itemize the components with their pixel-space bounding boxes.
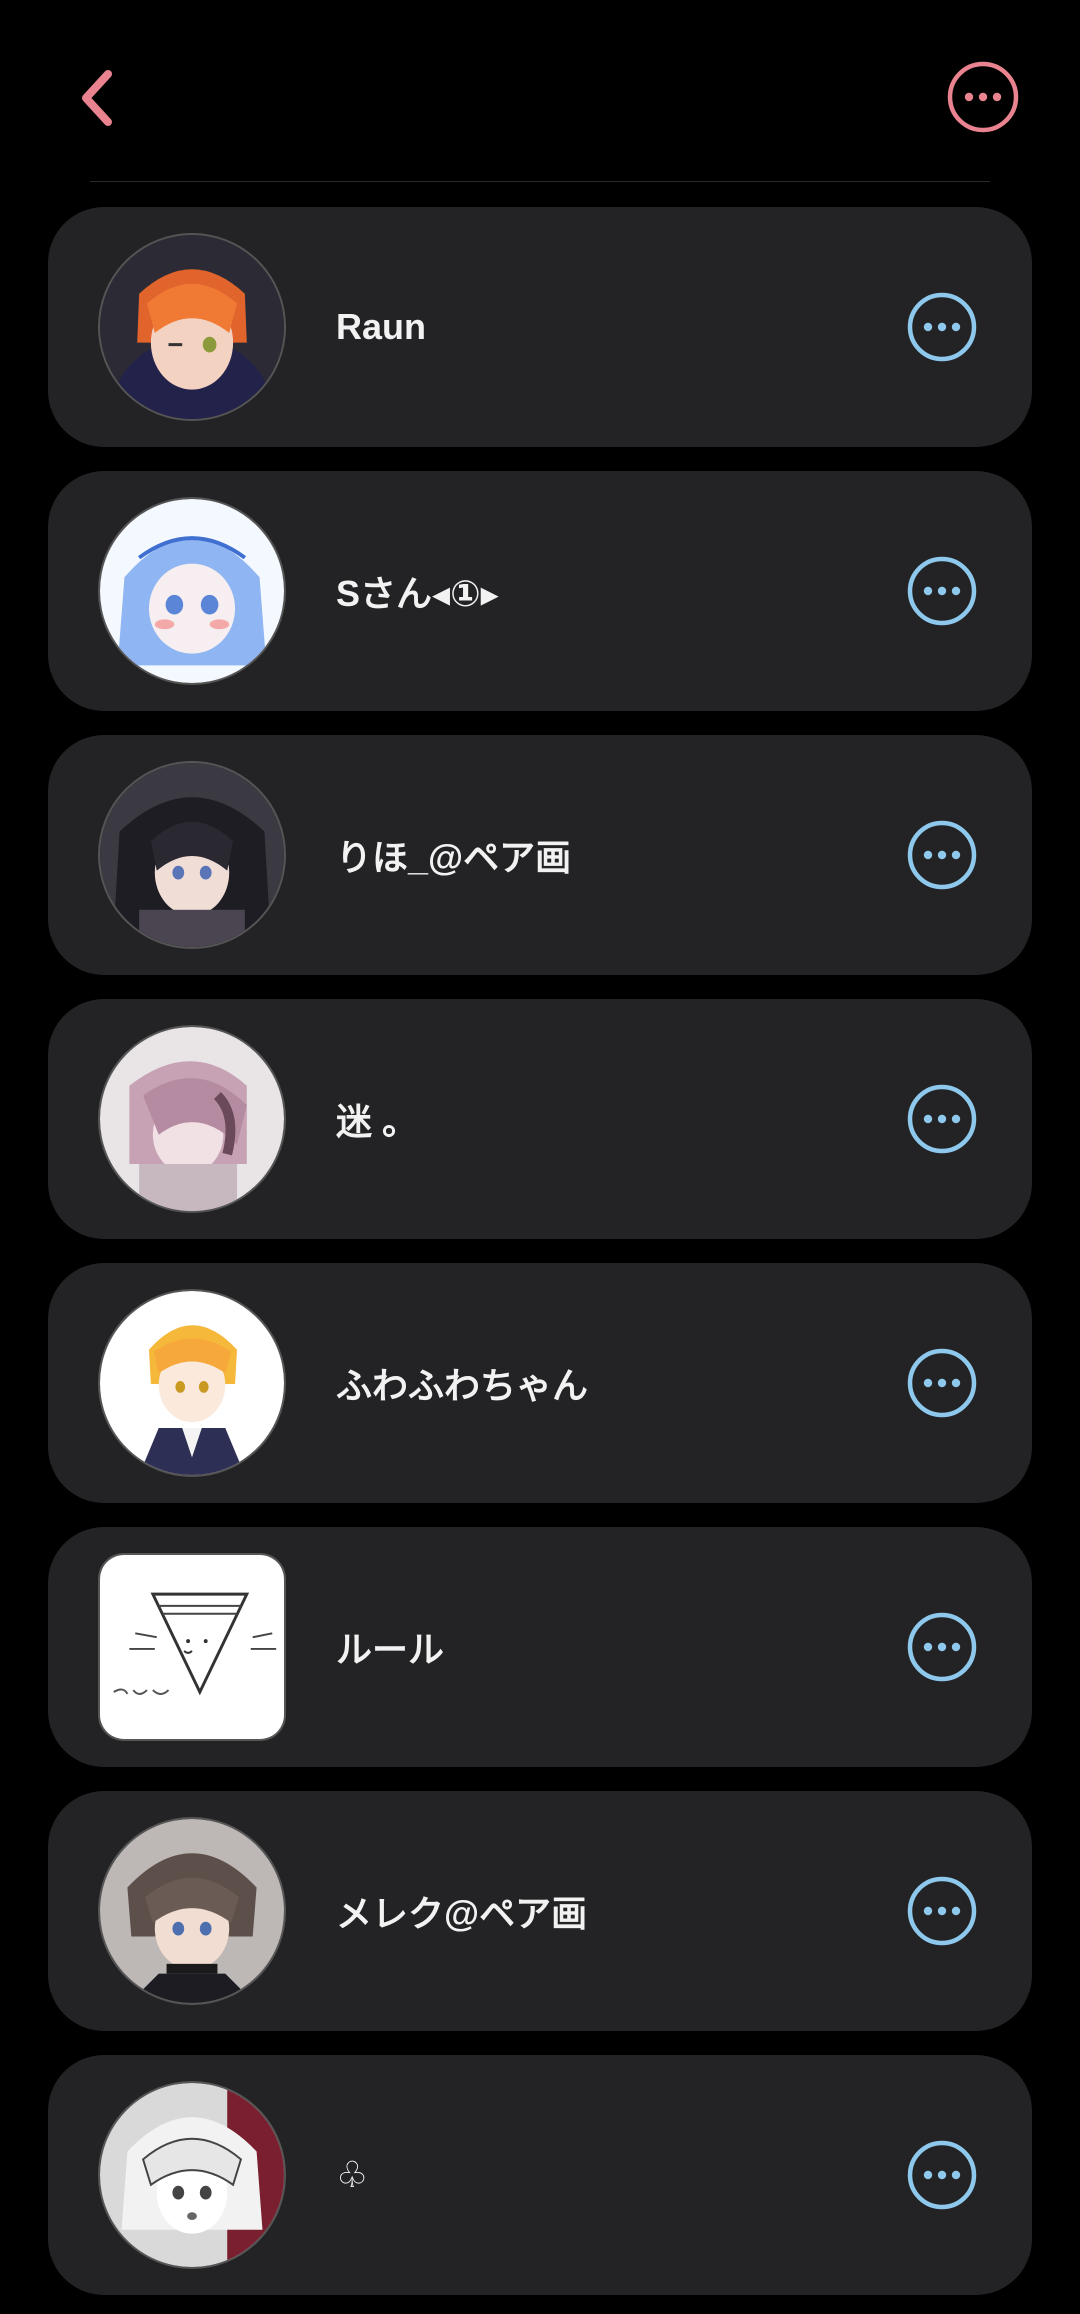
member-name: 迷 。: [336, 1101, 419, 1142]
member-options-button[interactable]: [906, 291, 978, 363]
member-list-screen: Raun Sさん◂①▸ りほ_@ペア画 迷 。 ふわふわちゃん ルール メレク@…: [0, 0, 1080, 2314]
avatar: [98, 1553, 286, 1741]
member-row[interactable]: Sさん◂①▸: [48, 471, 1032, 711]
member-options-button[interactable]: [906, 819, 978, 891]
member-options-button[interactable]: [906, 1611, 978, 1683]
avatar: [98, 1289, 286, 1477]
chevron-left-icon: [78, 68, 114, 133]
member-name: ルール: [336, 1629, 445, 1670]
more-horizontal-circle-icon: [946, 61, 1020, 138]
avatar: [98, 761, 286, 949]
more-horizontal-circle-icon: [906, 1876, 978, 1951]
member-options-button[interactable]: [906, 2139, 978, 2211]
avatar: [98, 497, 286, 685]
more-options-button[interactable]: [946, 60, 1020, 134]
member-options-button[interactable]: [906, 1347, 978, 1419]
member-options-button[interactable]: [906, 1083, 978, 1155]
member-name: ♧: [336, 2154, 369, 2195]
member-name: メレク@ペア画: [336, 1893, 588, 1934]
member-name: りほ_@ペア画: [336, 837, 572, 878]
member-row[interactable]: メレク@ペア画: [48, 1791, 1032, 2031]
more-horizontal-circle-icon: [906, 820, 978, 895]
header-divider: [90, 181, 990, 182]
top-bar: [0, 0, 1080, 182]
more-horizontal-circle-icon: [906, 1348, 978, 1423]
more-horizontal-circle-icon: [906, 1612, 978, 1687]
member-row[interactable]: Raun: [48, 207, 1032, 447]
more-horizontal-circle-icon: [906, 1084, 978, 1159]
more-horizontal-circle-icon: [906, 2140, 978, 2215]
member-options-button[interactable]: [906, 1875, 978, 1947]
avatar: [98, 1817, 286, 2005]
member-name: ふわふわちゃん: [336, 1365, 589, 1406]
member-name: Raun: [336, 306, 426, 347]
avatar: [98, 233, 286, 421]
member-list: Raun Sさん◂①▸ りほ_@ペア画 迷 。 ふわふわちゃん ルール メレク@…: [48, 207, 1032, 2314]
more-horizontal-circle-icon: [906, 292, 978, 367]
avatar: [98, 2081, 286, 2269]
member-options-button[interactable]: [906, 555, 978, 627]
member-row[interactable]: りほ_@ペア画: [48, 735, 1032, 975]
member-row[interactable]: ふわふわちゃん: [48, 1263, 1032, 1503]
member-row[interactable]: ♧: [48, 2055, 1032, 2295]
avatar: [98, 1025, 286, 1213]
member-row[interactable]: 迷 。: [48, 999, 1032, 1239]
member-name: Sさん◂①▸: [336, 573, 499, 614]
back-button[interactable]: [62, 62, 130, 138]
more-horizontal-circle-icon: [906, 556, 978, 631]
member-row[interactable]: ルール: [48, 1527, 1032, 1767]
